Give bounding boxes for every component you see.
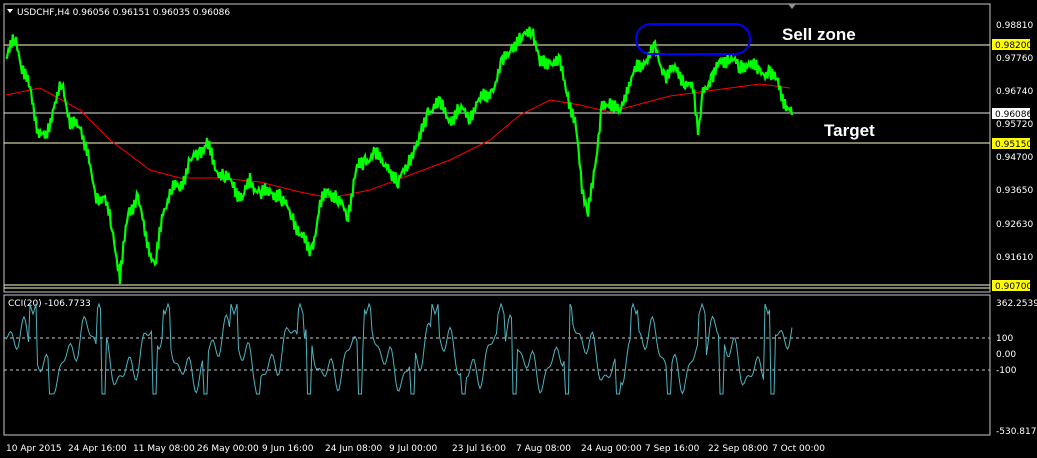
time-axis: 10 Apr 2015 24 Apr 16:00 11 May 08:00 26…	[6, 444, 825, 454]
price-tick: 0.97760	[996, 54, 1033, 64]
time-tick: 9 Jul 00:00	[389, 444, 438, 454]
cci-series-line	[5, 302, 793, 395]
time-tick: 26 May 00:00	[197, 444, 259, 454]
time-tick: 10 Apr 2015	[6, 444, 62, 454]
time-tick: 11 May 08:00	[133, 444, 195, 454]
time-tick: 24 Aug 00:00	[581, 444, 642, 454]
price-tick: 0.92630	[996, 220, 1033, 230]
trading-chart[interactable]: Sell zone Target USDCHF,H4 0.96056 0.961…	[0, 0, 1037, 458]
cci-level-label: -100	[996, 366, 1017, 376]
indicator-label: CCI(20) -106.7733	[8, 299, 91, 309]
time-tick: 9 Jun 16:00	[262, 444, 314, 454]
cci-scale-bottom: -530.8174	[996, 427, 1037, 437]
price-tag-target: 0.95150	[995, 140, 1032, 150]
price-series-line	[5, 26, 794, 285]
price-tick: 0.91610	[996, 253, 1033, 263]
triangle-down-icon[interactable]	[7, 9, 13, 13]
cci-level-label: 0.00	[996, 350, 1016, 360]
time-tick: 7 Oct 00:00	[772, 444, 825, 454]
target-label: Target	[824, 121, 875, 140]
cci-scale-top: 362.2539	[996, 299, 1037, 309]
price-tick: 0.93650	[996, 186, 1033, 196]
price-tag-current: 0.96086	[995, 110, 1032, 120]
price-tag-sell: 0.98200	[995, 41, 1032, 51]
symbol-info: USDCHF,H4 0.96056 0.96151 0.96035 0.9608…	[17, 8, 230, 18]
time-tick: 7 Sep 16:00	[645, 444, 700, 454]
main-chart-frame	[3, 3, 991, 293]
price-tag-support: 0.90700	[995, 282, 1032, 292]
price-tick: 0.96740	[996, 87, 1033, 97]
cci-level-label: 100	[996, 334, 1013, 344]
price-tick: 0.95720	[996, 120, 1033, 130]
price-tick: 0.94700	[996, 153, 1033, 163]
time-tick: 24 Apr 16:00	[68, 444, 127, 454]
time-tick: 24 Jun 08:00	[325, 444, 382, 454]
shift-marker-icon[interactable]	[788, 4, 796, 9]
time-tick: 23 Jul 16:00	[452, 444, 506, 454]
sell-zone-label: Sell zone	[782, 25, 856, 44]
price-tick: 0.98810	[996, 21, 1033, 31]
time-tick: 22 Sep 08:00	[708, 444, 768, 454]
time-tick: 7 Aug 08:00	[516, 444, 571, 454]
